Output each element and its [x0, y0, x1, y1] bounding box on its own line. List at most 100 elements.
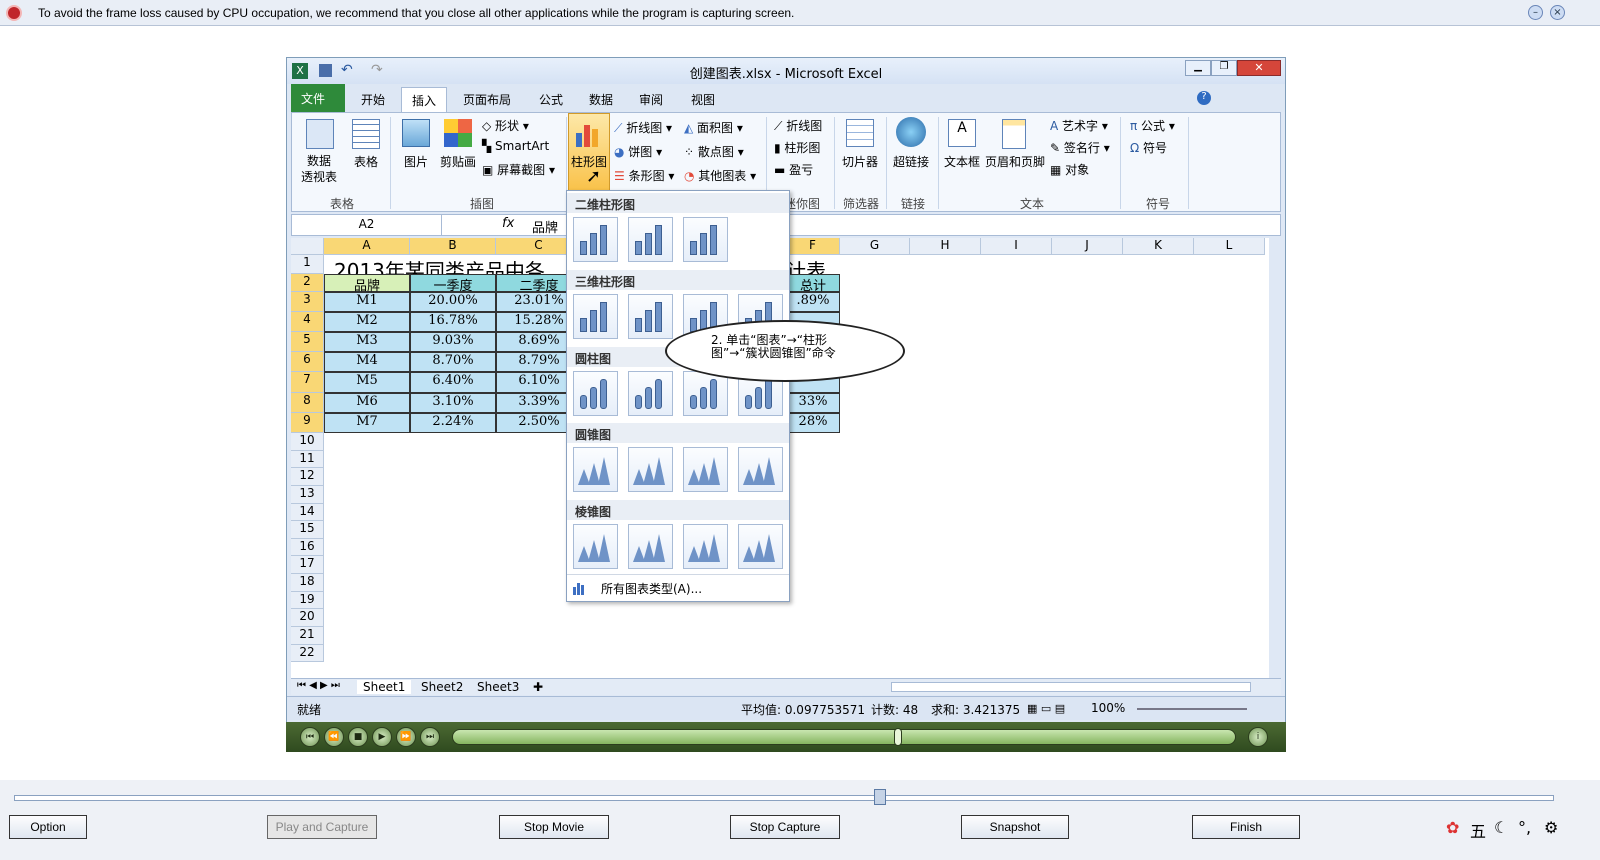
column-header-j[interactable]: J — [1052, 238, 1123, 255]
chart-subtype-thumb[interactable] — [683, 371, 728, 416]
formula-input[interactable]: 品牌 — [532, 217, 558, 236]
header-footer-button[interactable]: 页眉和页脚 — [984, 153, 1046, 170]
row-header[interactable]: 12 — [291, 468, 324, 486]
smartart-button[interactable]: ▚ SmartArt — [482, 139, 549, 153]
header-total[interactable]: 总计 — [786, 274, 840, 294]
row-header[interactable]: 6 — [291, 352, 324, 372]
column-header-g[interactable]: G — [840, 238, 910, 255]
hyperlink-button[interactable]: 超链接 — [890, 153, 932, 170]
tab-insert[interactable]: 插入 — [401, 87, 448, 112]
chart-subtype-thumb[interactable] — [573, 371, 618, 416]
table-button[interactable]: 表格 — [348, 153, 384, 170]
chart-subtype-thumb[interactable] — [573, 447, 618, 492]
table-cell[interactable]: M1 — [324, 292, 410, 312]
row-header[interactable]: 19 — [291, 592, 324, 609]
tab-file[interactable]: 文件 — [291, 84, 345, 112]
playback-progress-thumb[interactable] — [894, 728, 902, 746]
column-header-f[interactable]: F — [786, 238, 840, 255]
signature-line-button[interactable]: ✎ 签名行 ▾ — [1050, 139, 1110, 156]
table-cell[interactable]: 9.03% — [410, 332, 496, 352]
chart-subtype-thumb[interactable] — [573, 294, 618, 339]
sparkline-winloss-button[interactable]: ▬ 盈亏 — [774, 161, 813, 178]
tab-page-layout[interactable]: 页面布局 — [453, 87, 521, 112]
chart-subtype-thumb[interactable] — [738, 524, 783, 569]
header-q1[interactable]: 一季度 — [410, 274, 496, 294]
fx-icon[interactable]: fx — [502, 216, 514, 231]
table-cell[interactable]: M7 — [324, 413, 410, 433]
table-cell[interactable]: 3.10% — [410, 393, 496, 413]
horizontal-scrollbar[interactable] — [891, 682, 1251, 692]
sheet-tab-1[interactable]: Sheet1 — [357, 680, 412, 694]
settings-icon[interactable]: ⚙ — [1544, 818, 1558, 837]
chart-subtype-thumb[interactable] — [738, 447, 783, 492]
sheet-nav-arrows[interactable]: ⏮ ◀ ▶ ⏭ — [297, 680, 340, 691]
picture-button[interactable]: 图片 — [398, 153, 434, 170]
pie-chart-button[interactable]: ◕ 饼图 ▾ — [614, 143, 662, 160]
slicer-button[interactable]: 切片器 — [840, 153, 880, 170]
tab-review[interactable]: 审阅 — [629, 87, 673, 112]
column-header-b[interactable]: B — [410, 238, 496, 255]
sparkline-line-button[interactable]: ⟋ 折线图 — [774, 117, 822, 134]
shapes-button[interactable]: ◇ 形状 ▾ — [482, 117, 529, 134]
skip-start-icon[interactable]: ⏮ — [300, 727, 320, 747]
chart-subtype-thumb[interactable] — [628, 294, 673, 339]
table-cell[interactable]: M6 — [324, 393, 410, 413]
tab-home[interactable]: 开始 — [351, 87, 395, 112]
name-box[interactable]: A2 — [292, 215, 442, 235]
clipart-button[interactable]: 剪贴画 — [436, 153, 480, 170]
wordart-button[interactable]: A 艺术字 ▾ — [1050, 117, 1108, 134]
tab-formulas[interactable]: 公式 — [529, 87, 573, 112]
chart-subtype-thumb[interactable] — [683, 524, 728, 569]
equation-button[interactable]: π 公式 ▾ — [1130, 117, 1175, 134]
tab-view[interactable]: 视图 — [681, 87, 725, 112]
row-header[interactable]: 1 — [291, 255, 324, 274]
row-header[interactable]: 18 — [291, 574, 324, 592]
zoom-slider[interactable] — [1137, 708, 1247, 710]
input-method-icon[interactable]: 五 — [1470, 818, 1486, 842]
fast-forward-icon[interactable]: ⏩ — [396, 727, 416, 747]
header-brand[interactable]: 品牌 — [324, 274, 410, 294]
close-icon[interactable]: × — [1550, 5, 1565, 20]
chart-subtype-thumb[interactable] — [628, 524, 673, 569]
table-cell[interactable]: 8.70% — [410, 352, 496, 372]
skip-end-icon[interactable]: ⏭ — [420, 727, 440, 747]
column-header-a[interactable]: A — [324, 238, 410, 255]
bar-chart-button[interactable]: ☰ 条形图 ▾ — [614, 167, 674, 184]
area-chart-button[interactable]: ◭ 面积图 ▾ — [684, 119, 743, 136]
row-header[interactable]: 11 — [291, 451, 324, 468]
chart-subtype-thumb[interactable] — [628, 447, 673, 492]
help-icon[interactable]: ? — [1197, 91, 1211, 105]
paw-icon[interactable]: ✿ — [1446, 818, 1459, 837]
table-cell[interactable]: .89% — [786, 292, 840, 312]
scatter-chart-button[interactable]: ⁘ 散点图 ▾ — [684, 143, 744, 160]
zoom-level[interactable]: 100% — [1091, 701, 1125, 715]
table-cell[interactable]: M3 — [324, 332, 410, 352]
table-cell[interactable]: 16.78% — [410, 312, 496, 332]
row-header[interactable]: 15 — [291, 521, 324, 539]
textbox-button[interactable]: 文本框 — [940, 153, 984, 170]
object-button[interactable]: ▦ 对象 — [1050, 161, 1089, 178]
row-header[interactable]: 5 — [291, 332, 324, 352]
column-header-l[interactable]: L — [1194, 238, 1265, 255]
column-header-k[interactable]: K — [1123, 238, 1194, 255]
row-header[interactable]: 21 — [291, 627, 324, 645]
column-header-i[interactable]: I — [981, 238, 1052, 255]
punctuation-icon[interactable]: °, — [1518, 818, 1531, 837]
sparkline-column-button[interactable]: ▮ 柱形图 — [774, 139, 820, 156]
snapshot-button[interactable]: Snapshot — [961, 815, 1069, 839]
moon-icon[interactable]: ☾ — [1494, 818, 1508, 837]
screenshot-button[interactable]: ▣ 屏幕截图 ▾ — [482, 161, 555, 178]
row-header[interactable]: 14 — [291, 504, 324, 521]
row-header[interactable]: 9 — [291, 413, 324, 433]
all-chart-types-link[interactable]: 所有图表类型(A)... — [601, 580, 702, 597]
option-button[interactable]: Option — [9, 815, 87, 839]
stop-icon[interactable]: ■ — [348, 727, 368, 747]
sheet-title-right[interactable]: 计表 — [786, 255, 840, 283]
sheet-tab-3[interactable]: Sheet3 — [471, 680, 525, 694]
other-charts-button[interactable]: ◔ 其他图表 ▾ — [684, 167, 756, 184]
timeline-knob[interactable] — [874, 789, 886, 805]
sheet-title-left[interactable]: 2013年某同类产品中各 — [324, 255, 604, 283]
stop-capture-button[interactable]: Stop Capture — [730, 815, 840, 839]
pivot-table-button[interactable]: 数据 透视表 — [298, 153, 340, 185]
chart-subtype-thumb[interactable] — [683, 447, 728, 492]
